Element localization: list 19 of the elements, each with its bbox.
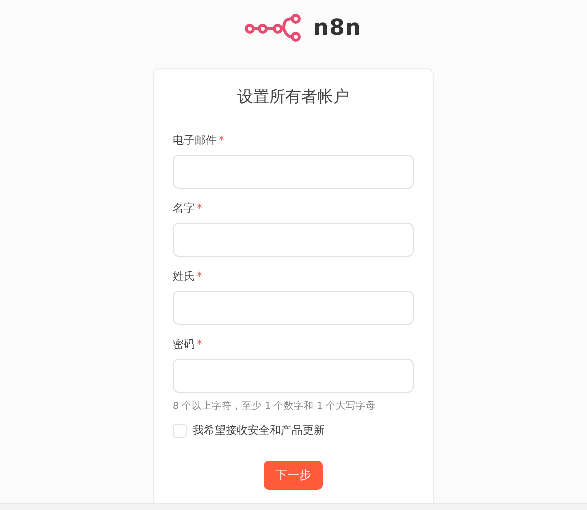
form-title: 设置所有者帐户 — [236, 87, 350, 108]
field-label: 密码 — [173, 337, 195, 352]
next-button[interactable]: 下一步 — [264, 461, 323, 490]
field-label: 名字 — [173, 201, 195, 216]
field-label: 姓氏 — [173, 269, 195, 284]
input-field[interactable] — [173, 155, 414, 189]
logo-icon — [245, 14, 304, 42]
required-mark: * — [197, 270, 202, 283]
input-field[interactable] — [173, 223, 414, 257]
checkbox-label: 我希望接收安全和产品更新 — [193, 423, 325, 438]
input-field[interactable] — [173, 291, 414, 325]
field-hint: 8 个以上字符，至少 1 个数字和 1 个大写字母 — [173, 400, 378, 413]
required-mark: * — [197, 202, 202, 215]
input-field[interactable] — [173, 359, 414, 393]
checkbox[interactable] — [173, 424, 187, 438]
required-mark: * — [219, 134, 224, 147]
field-label: 电子邮件 — [173, 133, 217, 148]
logo-text: n8n — [313, 16, 362, 40]
required-mark: * — [197, 338, 202, 351]
